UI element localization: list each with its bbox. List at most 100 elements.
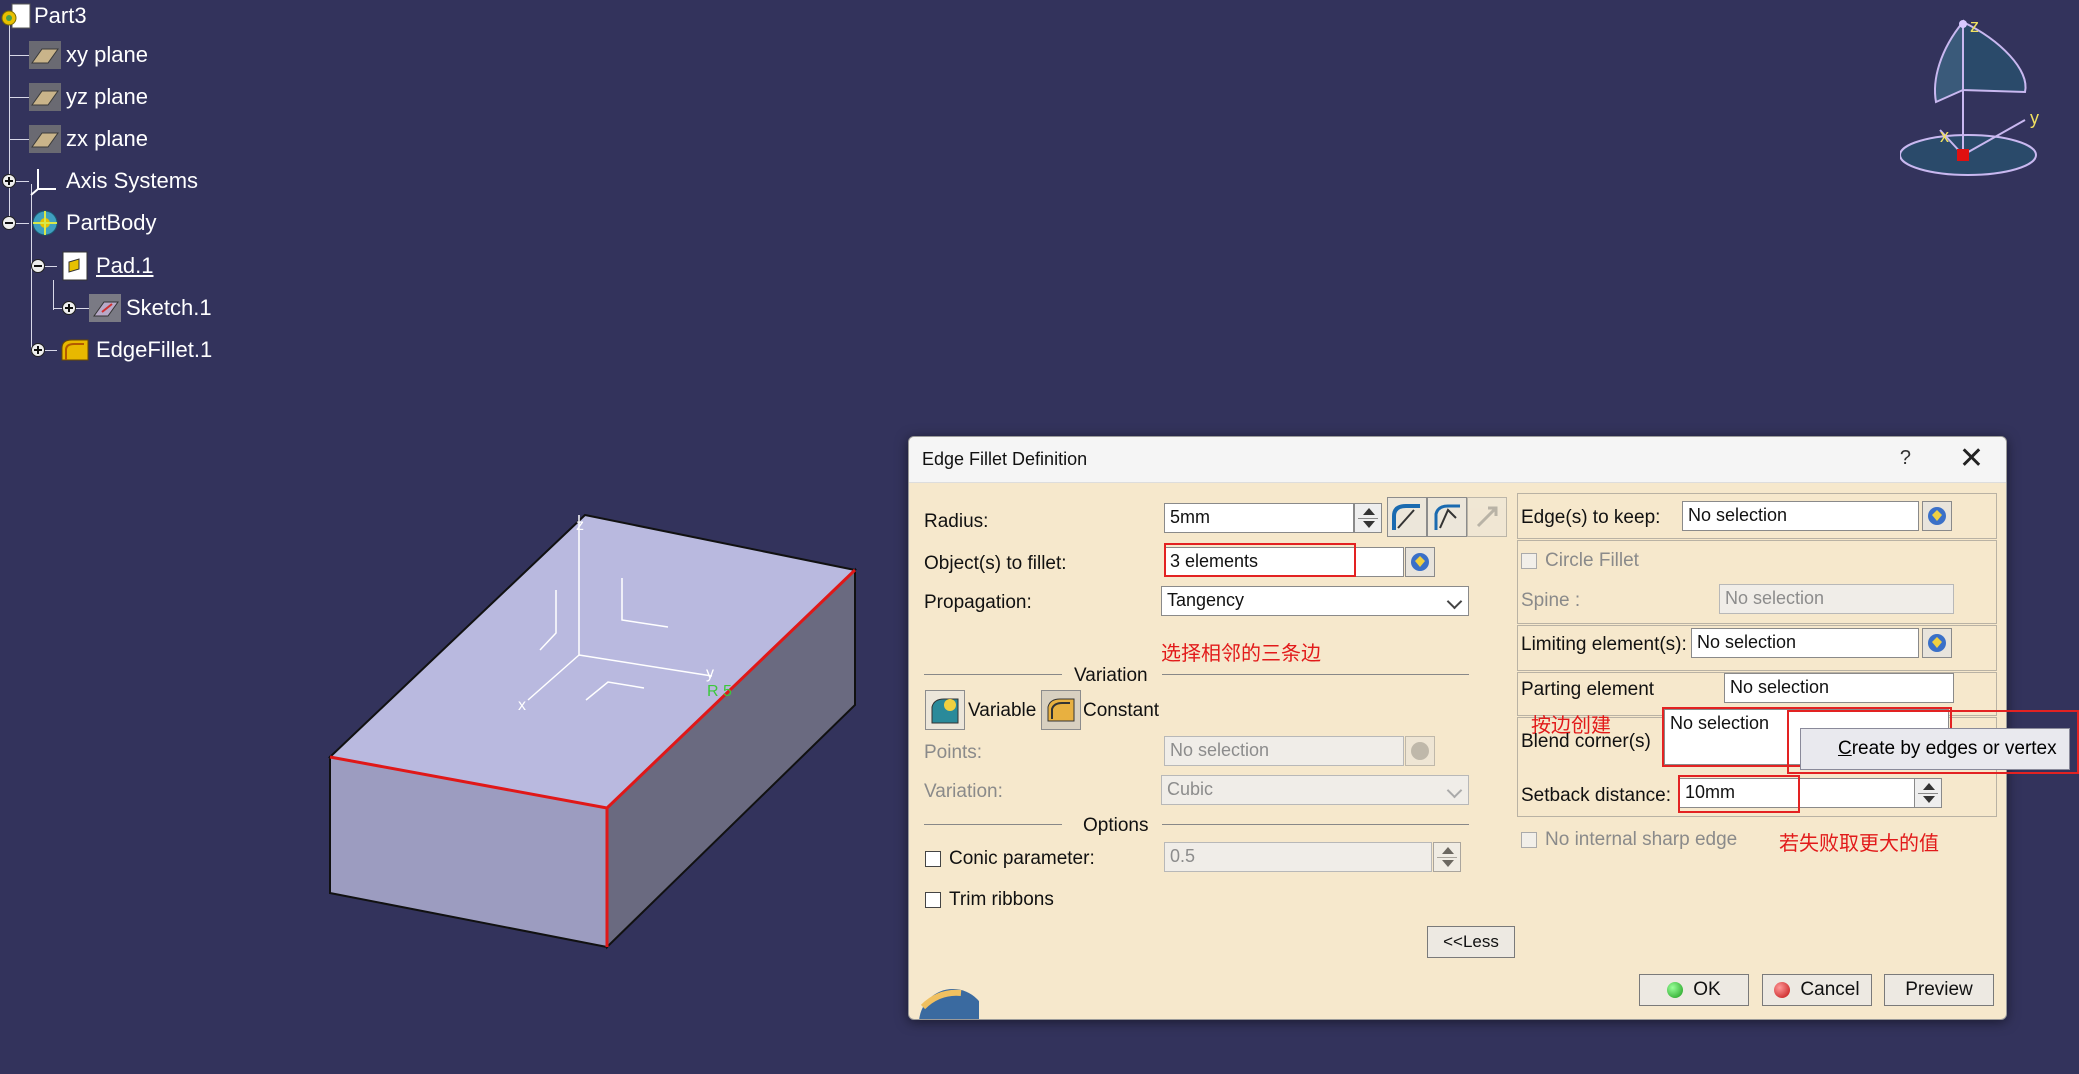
- trim-ribbons-label: Trim ribbons: [949, 889, 1054, 910]
- tree-item-yz-plane[interactable]: yz plane: [28, 81, 148, 113]
- multi-selection-icon: [1928, 634, 1946, 652]
- collapse-icon[interactable]: [31, 259, 45, 273]
- conic-spinner[interactable]: [1433, 842, 1461, 872]
- propagation-value: Tangency: [1167, 590, 1245, 610]
- preview-button[interactable]: Preview: [1884, 974, 1994, 1006]
- dialog-title: Edge Fillet Definition: [922, 449, 1088, 469]
- compass-icon[interactable]: z y x: [1900, 10, 2060, 180]
- points-label: Points:: [924, 742, 983, 763]
- help-button[interactable]: ?: [1900, 447, 1911, 470]
- spine-input[interactable]: No selection: [1719, 584, 1954, 614]
- chevron-down-icon: [1446, 782, 1463, 799]
- expand-icon[interactable]: [62, 301, 76, 315]
- annotation-highlight-setback: [1678, 775, 1800, 813]
- tree-item-xy-plane[interactable]: xy plane: [28, 39, 148, 71]
- chevron-down-icon: [1446, 593, 1463, 610]
- plane-icon: [29, 125, 61, 153]
- disabled-law-button[interactable]: [1467, 497, 1507, 537]
- tree-item-zx-plane[interactable]: zx plane: [28, 123, 148, 155]
- collapse-icon[interactable]: [2, 216, 16, 230]
- limiting-element-label: Limiting element(s):: [1521, 634, 1687, 655]
- tree-item-partbody[interactable]: PartBody: [28, 207, 157, 239]
- conic-parameter-checkbox[interactable]: [925, 851, 941, 867]
- annotation-retry-larger: 若失败取更大的值: [1779, 833, 1939, 855]
- law-icon: [1476, 506, 1498, 528]
- spine-label: Spine :: [1521, 590, 1581, 611]
- model-y-label: y: [706, 665, 714, 682]
- close-button[interactable]: ✕: [1959, 441, 1984, 476]
- ok-button[interactable]: OK: [1639, 974, 1749, 1006]
- setback-spinner[interactable]: [1914, 778, 1942, 808]
- points-input[interactable]: No selection: [1164, 736, 1404, 766]
- trim-ribbons-checkbox[interactable]: [925, 892, 941, 908]
- annotation-select-edges: 选择相邻的三条边: [1161, 643, 1321, 665]
- tree-item-axis-systems[interactable]: Axis Systems: [28, 165, 198, 197]
- limiting-element-list-button[interactable]: [1922, 628, 1952, 658]
- propagation-label: Propagation:: [924, 592, 1032, 613]
- blend-corners-label: Blend corner(s): [1521, 731, 1651, 752]
- expand-icon[interactable]: [31, 343, 45, 357]
- radius-spinner[interactable]: [1354, 503, 1382, 533]
- circle-fillet-label: Circle Fillet: [1545, 550, 1639, 571]
- tree-label: xy plane: [66, 42, 148, 67]
- options-separator: [924, 824, 1062, 825]
- variation-value: Cubic: [1167, 779, 1214, 799]
- setback-distance-label: Setback distance:: [1521, 785, 1671, 806]
- dialog-titlebar[interactable]: Edge Fillet Definition ? ✕: [909, 437, 2006, 483]
- variable-radius-button[interactable]: [925, 690, 965, 730]
- conic-parameter-input[interactable]: 0.5: [1164, 842, 1432, 872]
- tree-label: Sketch.1: [126, 295, 212, 320]
- propagation-select[interactable]: Tangency: [1161, 586, 1469, 616]
- part-3d-model[interactable]: z y x R 5: [320, 500, 870, 960]
- chordal-fillet-icon: [1434, 504, 1460, 530]
- radius-input[interactable]: 5mm: [1164, 503, 1354, 533]
- tree-label: Part3: [34, 3, 87, 28]
- parting-element-input[interactable]: No selection: [1724, 673, 1954, 703]
- compass-y-label: y: [2030, 108, 2039, 128]
- variation-select[interactable]: Cubic: [1161, 775, 1469, 805]
- tree-item-sketch1[interactable]: Sketch.1: [88, 292, 212, 324]
- variable-label[interactable]: Variable: [968, 700, 1036, 722]
- cancel-icon: [1774, 982, 1791, 998]
- pad-icon: [62, 251, 88, 281]
- chordal-fillet-button[interactable]: [1427, 497, 1467, 537]
- radius-label: Radius:: [924, 511, 989, 532]
- edges-to-keep-label: Edge(s) to keep:: [1521, 507, 1661, 528]
- partbody-icon: [32, 210, 58, 236]
- edges-to-keep-list-button[interactable]: [1922, 501, 1952, 531]
- variable-radius-icon: [931, 698, 959, 724]
- objects-list-button[interactable]: [1405, 547, 1435, 577]
- constant-radius-button[interactable]: [1041, 690, 1081, 730]
- globe-logo-icon: [919, 989, 979, 1019]
- tree-label: Pad.1: [96, 253, 154, 278]
- model-z-label: z: [576, 517, 584, 534]
- tree-item-edgefillet1[interactable]: EdgeFillet.1: [58, 334, 212, 366]
- variation-separator: [924, 674, 1062, 675]
- multi-selection-icon: [1928, 507, 1946, 525]
- less-button[interactable]: <<Less: [1427, 926, 1515, 958]
- constant-radius-icon: [1047, 698, 1075, 722]
- cancel-label: Cancel: [1800, 979, 1860, 1000]
- options-separator: [1162, 824, 1469, 825]
- ok-icon: [1667, 982, 1684, 998]
- cancel-button[interactable]: Cancel: [1762, 974, 1872, 1006]
- variation-label: Variation:: [924, 781, 1003, 802]
- part-icon: [1, 3, 31, 29]
- plane-icon: [29, 41, 61, 69]
- compass-x-label: x: [1940, 126, 1949, 146]
- variation-separator: [1162, 674, 1469, 675]
- expand-icon[interactable]: [2, 174, 16, 188]
- tree-item-pad1[interactable]: Pad.1: [58, 250, 154, 282]
- fillet-mode-icon[interactable]: [1387, 497, 1427, 537]
- plane-icon: [29, 83, 61, 111]
- no-internal-sharp-edge-label: No internal sharp edge: [1545, 829, 1738, 850]
- no-internal-sharp-edge-checkbox[interactable]: [1521, 832, 1537, 848]
- tree-item-part3[interactable]: Part3: [0, 0, 87, 32]
- edges-to-keep-input[interactable]: No selection: [1682, 501, 1919, 531]
- parting-element-label: Parting element: [1521, 679, 1655, 700]
- points-list-button[interactable]: [1405, 736, 1435, 766]
- limiting-element-input[interactable]: No selection: [1691, 628, 1919, 658]
- tree-label: PartBody: [66, 210, 157, 235]
- circle-fillet-checkbox[interactable]: [1521, 553, 1537, 569]
- constant-label[interactable]: Constant: [1083, 700, 1159, 722]
